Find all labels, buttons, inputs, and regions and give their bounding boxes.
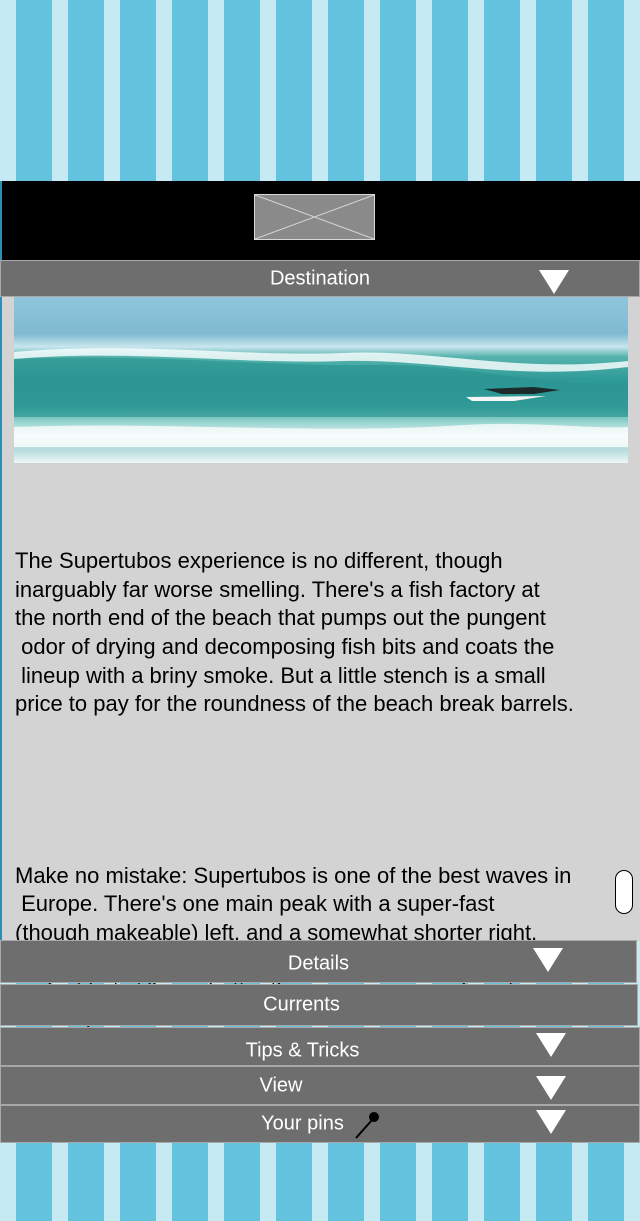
view-header[interactable]: View (0, 1066, 640, 1105)
scrollbar-thumb[interactable] (615, 870, 633, 914)
surf-photo (14, 297, 628, 463)
currents-label: Currents (263, 993, 340, 1016)
pins-header[interactable]: Your pins (0, 1105, 640, 1143)
header-bar (0, 181, 640, 260)
destination-header[interactable]: Destination (0, 260, 640, 297)
logo-placeholder-icon (254, 194, 375, 240)
triangle-down-icon[interactable] (536, 1033, 566, 1057)
triangle-down-icon[interactable] (539, 270, 569, 294)
triangle-down-icon[interactable] (536, 1076, 566, 1100)
details-header[interactable]: Details (0, 940, 637, 983)
tips-header[interactable]: Tips & Tricks (0, 1027, 640, 1066)
pin-icon (352, 1110, 382, 1146)
paragraph-1: The Supertubos experience is no differen… (15, 548, 574, 717)
triangle-down-icon[interactable] (533, 948, 563, 972)
currents-header[interactable]: Currents (0, 984, 638, 1026)
triangle-down-icon[interactable] (536, 1110, 566, 1134)
